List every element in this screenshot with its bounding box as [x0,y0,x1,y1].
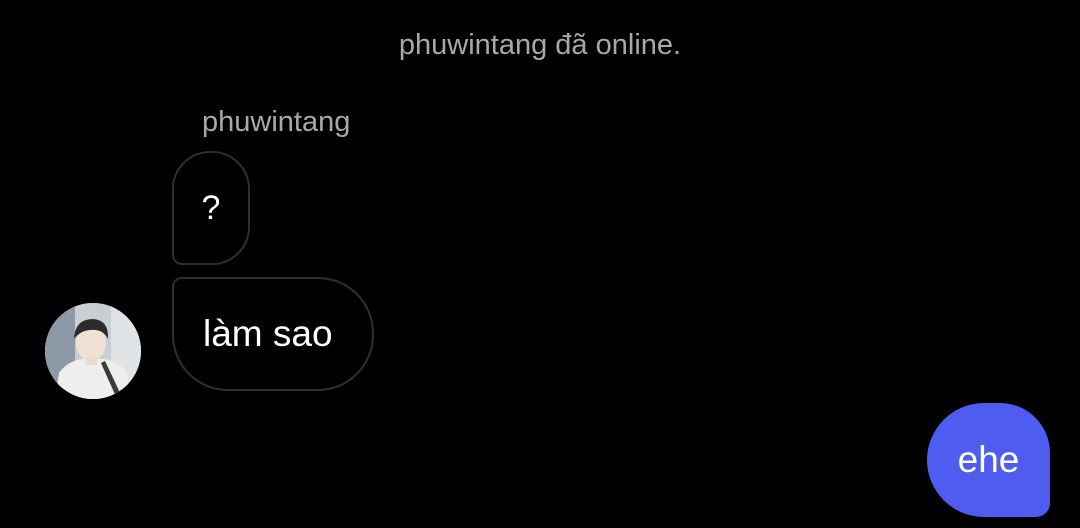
incoming-message-bubble[interactable]: làm sao [172,277,374,391]
sender-name-label: phuwintang [202,106,351,138]
message-text: làm sao [203,313,333,354]
message-text: ? [201,189,221,227]
sender-avatar[interactable] [45,303,141,399]
outgoing-message-bubble[interactable]: ehe [927,403,1050,517]
avatar-photo-icon [45,303,141,399]
incoming-message-bubble[interactable]: ? [172,151,250,265]
message-text: ehe [957,439,1020,480]
online-status-notice: phuwintang đã online. [398,29,682,61]
